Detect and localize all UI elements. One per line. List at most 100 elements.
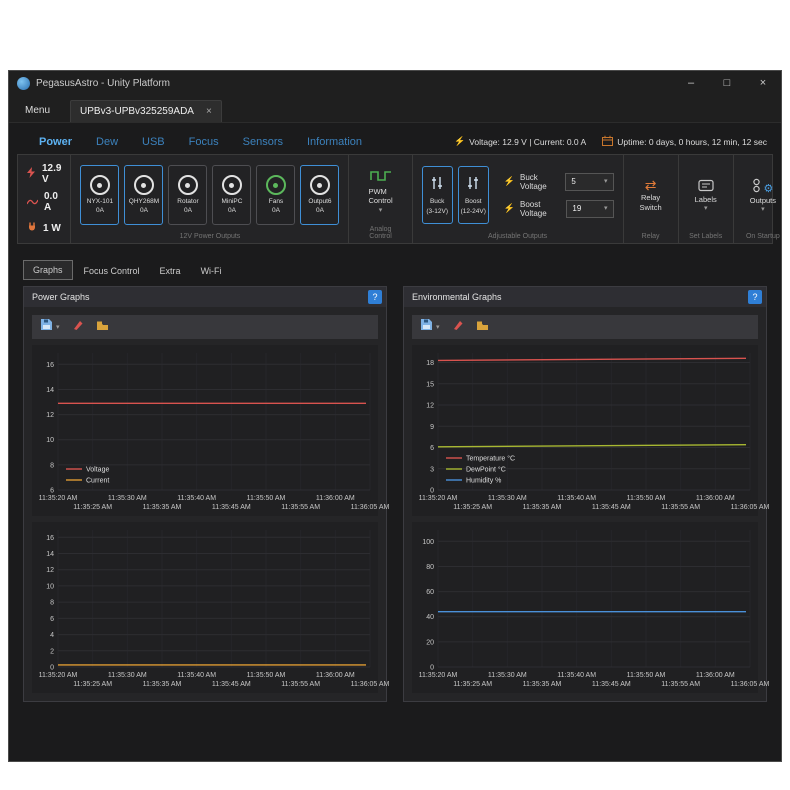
device-tab-close-icon[interactable]: × (206, 106, 212, 117)
voltage-readout: 12.9 V (27, 163, 61, 185)
power-output-icon (90, 175, 110, 195)
power-output-icon (222, 175, 242, 195)
svg-text:11:35:40 AM: 11:35:40 AM (557, 495, 596, 502)
boost-voltage-label: Boost Voltage (520, 200, 561, 218)
boost-voltage-row: ⚡ Boost Voltage 19 ▾ (504, 200, 614, 218)
brush-icon (452, 318, 464, 336)
output-button-minipc[interactable]: MiniPC 0A (212, 165, 251, 225)
svg-text:11:35:35 AM: 11:35:35 AM (523, 504, 562, 511)
tab-focus-control[interactable]: Focus Control (75, 262, 149, 280)
uptime-status: Uptime: 0 days, 0 hours, 12 min, 12 sec (602, 135, 767, 148)
svg-text:20: 20 (426, 639, 434, 646)
power-value: 1 W (43, 223, 61, 234)
minimize-button[interactable]: – (673, 71, 709, 95)
power-output-icon (310, 175, 330, 195)
output-name: NYX-101 (87, 198, 113, 206)
output-current: 0A (184, 207, 192, 215)
tab-graphs[interactable]: Graphs (23, 260, 73, 280)
output-name: Rotator (177, 198, 198, 206)
clear-graph-button[interactable] (452, 318, 464, 336)
ribbon-tab-usb[interactable]: USB (142, 136, 165, 148)
ribbon-tab-power[interactable]: Power (39, 136, 72, 148)
svg-text:11:35:50 AM: 11:35:50 AM (247, 495, 286, 502)
voltage-icon (27, 165, 36, 183)
device-tab[interactable]: UPBv3-UPBv325259ADA × (70, 100, 222, 122)
boost-voltage-select[interactable]: 19 ▾ (566, 200, 613, 218)
power-output-icon (134, 175, 154, 195)
startup-outputs-label: Outputs (750, 196, 776, 205)
startup-outputs-button[interactable]: ⚙ Outputs ▾ (743, 178, 782, 213)
svg-text:14: 14 (46, 551, 54, 558)
output-button-nyx-101[interactable]: NYX-101 0A (80, 165, 119, 225)
temperature-chart-svg: 11:35:20 AM11:35:25 AM11:35:30 AM11:35:3… (412, 345, 758, 516)
svg-text:8: 8 (50, 600, 54, 607)
ribbon-tab-information[interactable]: Information (307, 136, 362, 148)
pwm-control-button[interactable]: PWM Control ▾ (358, 169, 402, 214)
boost-voltage-value: 19 (572, 204, 581, 213)
clear-graph-button[interactable] (72, 318, 84, 336)
output-button-rotator[interactable]: Rotator 0A (168, 165, 207, 225)
group-label-analog: Analog Control (358, 223, 402, 241)
open-graph-button[interactable] (476, 318, 489, 336)
svg-text:11:35:55 AM: 11:35:55 AM (281, 504, 320, 511)
svg-text:11:36:05 AM: 11:36:05 AM (351, 681, 390, 688)
ribbon: 12.9 V 0.0 A 1 W NYX-101 0A (17, 154, 773, 244)
svg-text:11:35:35 AM: 11:35:35 AM (523, 681, 562, 688)
set-labels-group: Labels ▾ Set Labels (679, 155, 734, 243)
power-graphs-panel: Power Graphs ? ▾ 11:35:20 AM11:35:25 AM1… (23, 286, 387, 702)
buck-button-range: (3-12V) (426, 208, 448, 216)
boost-output-button[interactable]: Boost (12-24V) (458, 166, 489, 224)
svg-text:11:35:30 AM: 11:35:30 AM (488, 672, 527, 679)
svg-text:11:35:20 AM: 11:35:20 AM (419, 495, 458, 502)
tab-extra[interactable]: Extra (151, 262, 190, 280)
svg-text:11:35:20 AM: 11:35:20 AM (39, 672, 78, 679)
ribbon-tab-dew[interactable]: Dew (96, 136, 118, 148)
svg-text:60: 60 (426, 589, 434, 596)
open-graph-button[interactable] (96, 318, 109, 336)
svg-text:0: 0 (50, 665, 54, 672)
labels-button[interactable]: Labels ▾ (688, 179, 724, 212)
output-name: Fans (269, 198, 283, 206)
output-button-qhy268m[interactable]: QHY268M 0A (124, 165, 163, 225)
chevron-down-icon: ▾ (704, 205, 708, 212)
ribbon-tab-focus[interactable]: Focus (189, 136, 219, 148)
svg-text:40: 40 (426, 614, 434, 621)
ribbon-tab-sensors[interactable]: Sensors (243, 136, 283, 148)
svg-text:11:35:30 AM: 11:35:30 AM (108, 672, 147, 679)
help-button[interactable]: ? (368, 290, 382, 304)
svg-text:11:35:35 AM: 11:35:35 AM (143, 681, 182, 688)
svg-text:10: 10 (46, 583, 54, 590)
maximize-button[interactable]: □ (709, 71, 745, 95)
svg-text:11:35:45 AM: 11:35:45 AM (212, 504, 251, 511)
analog-control-group: PWM Control ▾ Analog Control (349, 155, 412, 243)
svg-text:11:35:25 AM: 11:35:25 AM (453, 681, 492, 688)
voltage-current-text: Voltage: 12.9 V | Current: 0.0 A (469, 137, 586, 147)
buck-output-button[interactable]: Buck (3-12V) (422, 166, 453, 224)
close-button[interactable]: × (745, 71, 781, 95)
output-button-fans[interactable]: Fans 0A (256, 165, 295, 225)
output-button-output6[interactable]: Output6 0A (300, 165, 339, 225)
chevron-down-icon: ▾ (379, 207, 383, 214)
svg-text:11:36:05 AM: 11:36:05 AM (731, 504, 770, 511)
panel-title: Power Graphs (32, 292, 90, 302)
tab-wifi[interactable]: Wi-Fi (192, 262, 231, 280)
chevron-down-icon: ▾ (604, 178, 608, 185)
relay-switch-button[interactable]: ⇄ Relay Switch (633, 178, 669, 212)
buck-voltage-select[interactable]: 5 ▾ (565, 173, 613, 191)
power-plug-icon (27, 219, 37, 237)
buck-voltage-row: ⚡ Buck Voltage 5 ▾ (504, 173, 614, 191)
svg-text:11:35:45 AM: 11:35:45 AM (592, 681, 631, 688)
buck-voltage-value: 5 (571, 177, 575, 186)
relay-group: ⇄ Relay Switch Relay (624, 155, 679, 243)
save-graph-button[interactable]: ▾ (420, 318, 440, 336)
save-graph-button[interactable]: ▾ (40, 318, 60, 336)
menu-button[interactable]: Menu (19, 99, 56, 122)
svg-text:10: 10 (46, 437, 54, 444)
svg-text:11:35:30 AM: 11:35:30 AM (108, 495, 147, 502)
chevron-down-icon: ▾ (604, 205, 608, 212)
group-label-adjustable: Adjustable Outputs (422, 230, 614, 241)
help-button[interactable]: ? (748, 290, 762, 304)
boost-button-label: Boost (465, 198, 482, 206)
power-graphs-header: Power Graphs ? (24, 287, 386, 307)
slider-icon (430, 175, 444, 196)
